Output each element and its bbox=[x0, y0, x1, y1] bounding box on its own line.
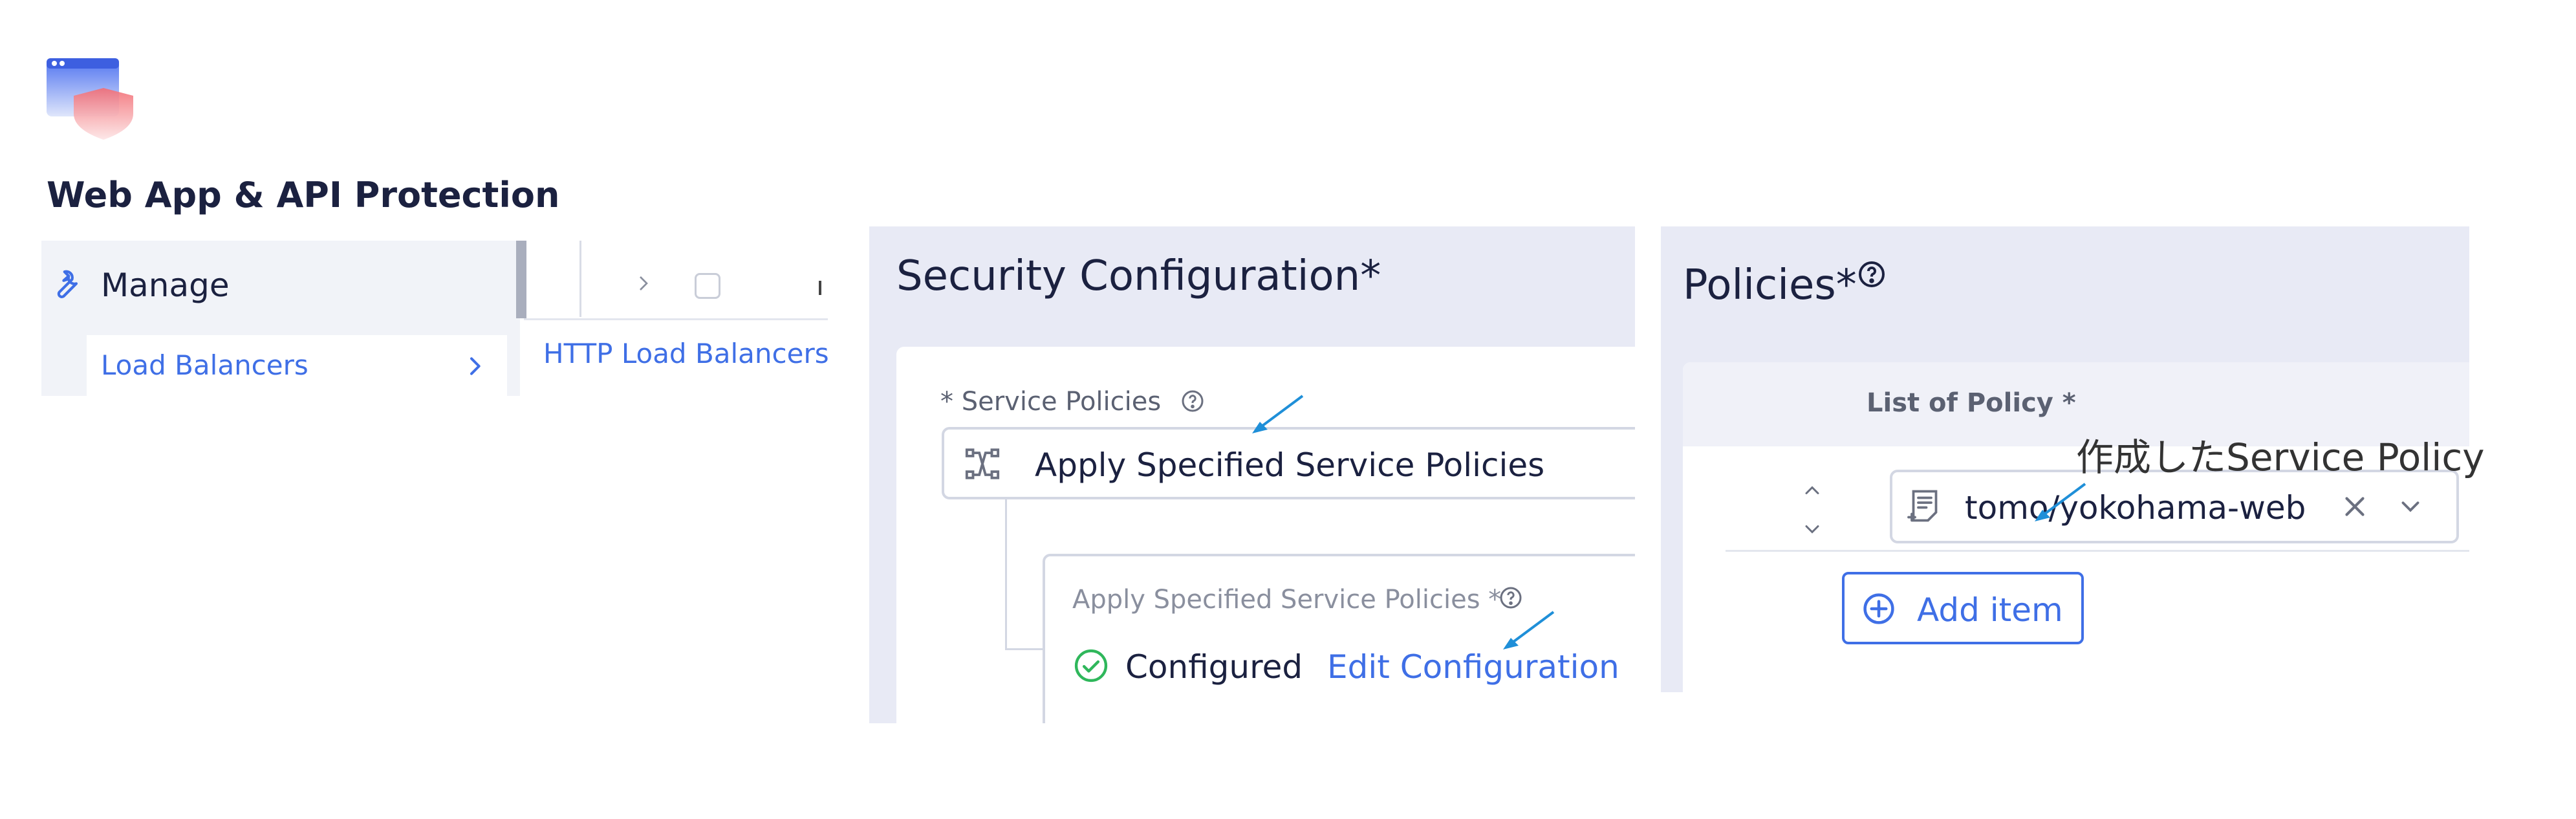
app-logo-icon bbox=[45, 57, 142, 141]
section-title-text: Policies bbox=[1683, 261, 1836, 309]
help-icon[interactable] bbox=[1856, 259, 1887, 290]
policy-document-icon bbox=[1905, 486, 1944, 525]
section-title: Security Configuration* bbox=[896, 252, 1381, 300]
move-down-icon[interactable] bbox=[1799, 518, 1825, 541]
add-item-label: Add item bbox=[1917, 591, 2063, 629]
apply-policies-label: Apply Specified Service Policies * bbox=[1072, 585, 1502, 615]
annotation-note: 作成したService Policy bbox=[2076, 435, 2485, 479]
add-item-button[interactable]: Add item bbox=[1842, 572, 2084, 644]
scrollbar[interactable] bbox=[516, 241, 526, 318]
select-value: tomo/yokohama-web bbox=[1965, 489, 2306, 527]
tree-connector bbox=[1005, 499, 1007, 650]
annotation-arrow-icon bbox=[1503, 611, 1555, 650]
chevron-down-icon[interactable] bbox=[2396, 492, 2425, 521]
divider bbox=[1726, 550, 2469, 552]
policies-card: List of Policy * tomo/yokohama-web Add i… bbox=[1683, 362, 2469, 692]
select-value: Apply Specified Service Policies bbox=[1035, 446, 1545, 484]
column-divider bbox=[819, 281, 821, 295]
app-title: Web App & API Protection bbox=[47, 175, 560, 215]
shuffle-icon bbox=[964, 445, 1001, 483]
plus-circle-icon bbox=[1861, 591, 1896, 626]
service-policies-label: * Service Policies bbox=[940, 387, 1162, 417]
section-title-text: Security Configuration bbox=[896, 252, 1361, 300]
help-icon[interactable] bbox=[1498, 585, 1524, 611]
divider bbox=[579, 241, 581, 317]
list-panel: HTTP Load Balancers bbox=[524, 241, 829, 396]
divider bbox=[524, 318, 828, 320]
annotation-arrow-icon bbox=[1252, 395, 1304, 433]
sidebar-section-manage[interactable]: Manage bbox=[101, 267, 230, 304]
move-up-icon[interactable] bbox=[1799, 479, 1825, 502]
column-header: List of Policy * bbox=[1867, 388, 2076, 418]
required-marker: * bbox=[1360, 252, 1381, 300]
expand-chevron-icon[interactable] bbox=[634, 270, 653, 296]
close-icon[interactable] bbox=[2339, 490, 2371, 523]
status-label: Configured bbox=[1125, 648, 1303, 686]
select-all-checkbox[interactable] bbox=[695, 273, 720, 299]
service-policies-select[interactable]: Apply Specified Service Policies bbox=[942, 427, 1635, 499]
annotation-arrow-icon bbox=[2035, 483, 2086, 521]
help-icon[interactable] bbox=[1180, 388, 1206, 414]
sidebar-item-label: Load Balancers bbox=[101, 349, 308, 381]
sidebar-item-load-balancers[interactable]: Load Balancers bbox=[87, 335, 507, 396]
section-title: Policies* bbox=[1683, 261, 1857, 309]
chevron-right-icon bbox=[462, 353, 488, 379]
edit-configuration-link[interactable]: Edit Configuration bbox=[1327, 648, 1619, 686]
wrench-icon bbox=[47, 267, 83, 303]
required-marker: * bbox=[1835, 261, 1857, 309]
check-circle-icon bbox=[1072, 647, 1110, 684]
sidebar-item-http-load-balancers[interactable]: HTTP Load Balancers bbox=[543, 338, 829, 369]
